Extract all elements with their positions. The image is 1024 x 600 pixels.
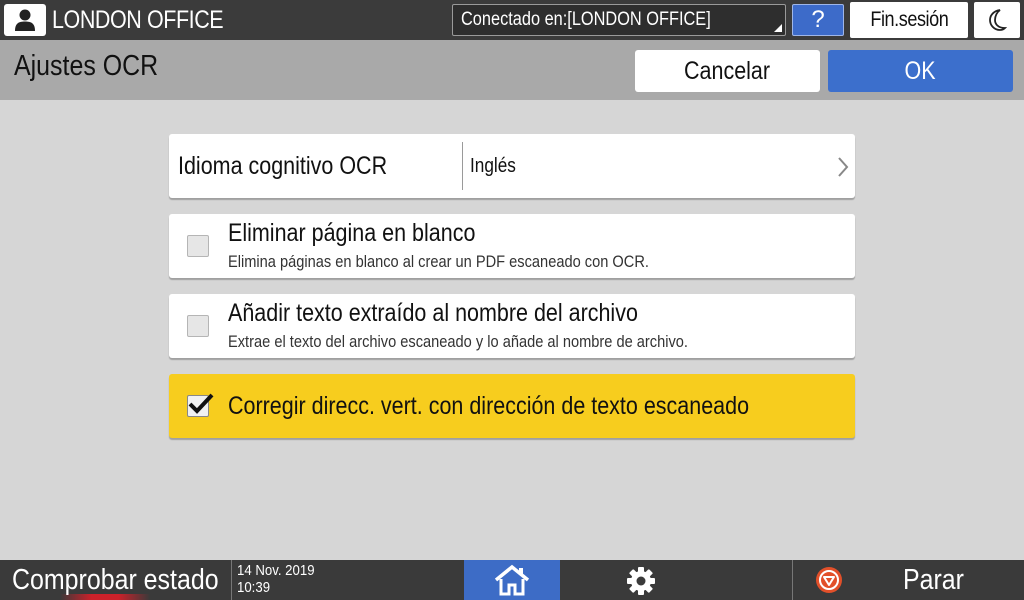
- energy-saver-button[interactable]: [974, 2, 1020, 38]
- option-title: Corregir direcc. vert. con dirección de …: [228, 392, 750, 420]
- check-status-button[interactable]: Comprobar estado: [0, 560, 230, 600]
- dropdown-corner-icon: [774, 24, 782, 32]
- gear-icon: [627, 567, 655, 595]
- checkmark-icon: [188, 393, 214, 414]
- help-button[interactable]: ?: [792, 4, 844, 36]
- bottom-bar: Comprobar estado 14 Nov. 2019 10:39 Para…: [0, 560, 1024, 600]
- user-icon[interactable]: [4, 4, 46, 36]
- settings-panel: Idioma cognitivo OCR Inglés Eliminar pág…: [0, 100, 1024, 560]
- correct-orientation-checkbox[interactable]: [187, 393, 214, 417]
- top-bar: LONDON OFFICE Conectado en:[LONDON OFFIC…: [0, 0, 1024, 40]
- connection-label: Conectado en:[LONDON OFFICE]: [461, 9, 711, 30]
- ocr-language-label: Idioma cognitivo OCR: [178, 152, 388, 180]
- add-extracted-text-checkbox[interactable]: [187, 315, 209, 337]
- time-label: 10:39: [237, 579, 271, 596]
- remove-blank-page-checkbox[interactable]: [187, 235, 209, 257]
- date-time: 14 Nov. 2019 10:39: [237, 562, 325, 596]
- cancel-label: Cancelar: [684, 57, 771, 85]
- remove-blank-page-option[interactable]: Eliminar página en blanco Elimina página…: [169, 214, 855, 278]
- logout-label: Fin.sesión: [869, 8, 949, 31]
- connection-selector[interactable]: Conectado en:[LONDON OFFICE]: [452, 4, 786, 36]
- page-title: Ajustes OCR: [14, 50, 159, 82]
- divider: [792, 560, 793, 600]
- office-name: LONDON OFFICE: [52, 6, 224, 34]
- date-label: 14 Nov. 2019: [237, 562, 315, 579]
- correct-orientation-option[interactable]: Corregir direcc. vert. con dirección de …: [169, 374, 855, 438]
- chevron-right-icon: [838, 157, 849, 177]
- ocr-language-value: Inglés: [470, 155, 516, 177]
- option-description: Elimina páginas en blanco al crear un PD…: [228, 252, 649, 271]
- option-title: Eliminar página en blanco: [228, 219, 476, 247]
- settings-button[interactable]: [560, 560, 792, 600]
- divider: [462, 142, 463, 190]
- home-button[interactable]: [464, 560, 560, 600]
- divider: [231, 560, 232, 600]
- check-status-label: Comprobar estado: [12, 564, 219, 596]
- ok-label: OK: [904, 57, 937, 85]
- title-bar: Ajustes OCR Cancelar OK: [0, 40, 1024, 100]
- ocr-language-setting[interactable]: Idioma cognitivo OCR Inglés: [169, 134, 855, 198]
- stop-icon: [816, 567, 842, 593]
- moon-icon: [989, 9, 1007, 31]
- cancel-button[interactable]: Cancelar: [635, 50, 820, 92]
- logout-button[interactable]: Fin.sesión: [850, 2, 968, 38]
- option-description: Extrae el texto del archivo escaneado y …: [228, 332, 689, 351]
- stop-label[interactable]: Parar: [903, 560, 964, 600]
- home-icon: [494, 564, 530, 596]
- add-extracted-text-option[interactable]: Añadir texto extraído al nombre del arch…: [169, 294, 855, 358]
- ok-button[interactable]: OK: [828, 50, 1013, 92]
- option-title: Añadir texto extraído al nombre del arch…: [228, 299, 638, 327]
